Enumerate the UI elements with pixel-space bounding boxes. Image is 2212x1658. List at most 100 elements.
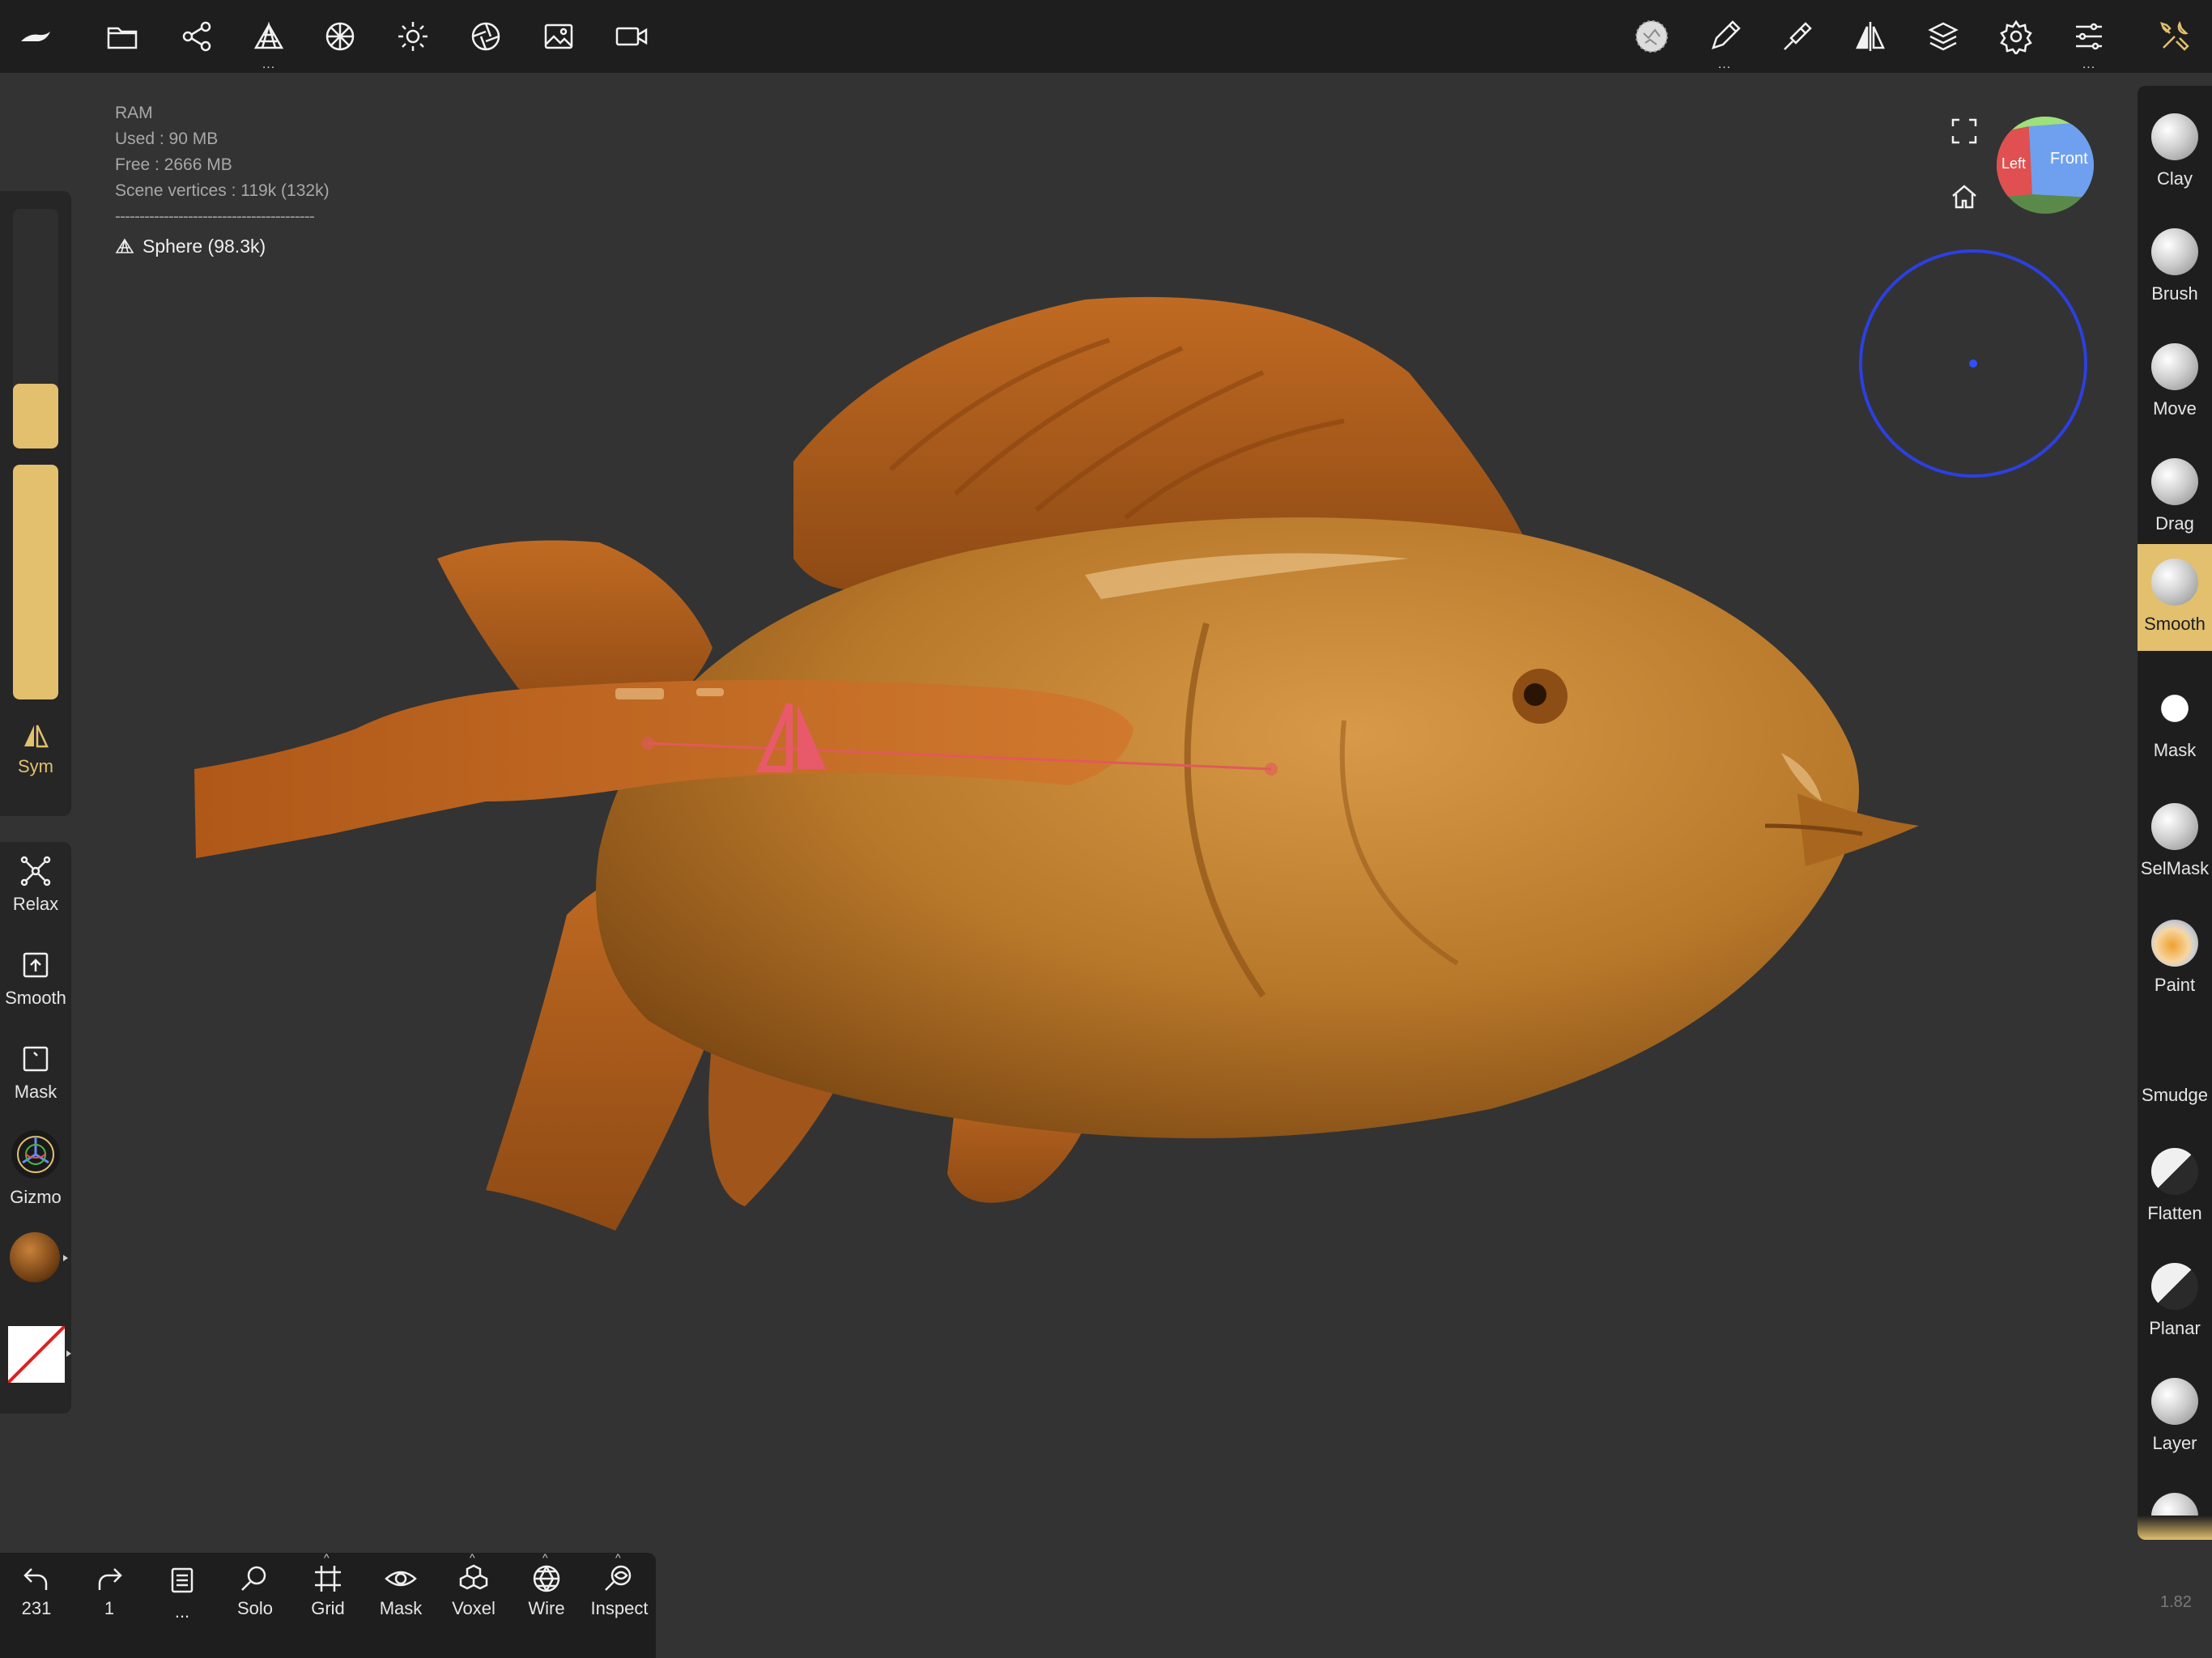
gizmo-icon xyxy=(11,1130,60,1179)
mask-tool-icon xyxy=(2151,685,2198,732)
smudge-tool-icon xyxy=(2151,1030,2198,1077)
tool-label: Mask xyxy=(2153,740,2197,760)
wireframe-button[interactable]: Wire xyxy=(510,1562,583,1619)
interface-sliders-icon[interactable]: ... xyxy=(2066,14,2112,71)
undo-button[interactable]: 231 xyxy=(0,1562,73,1619)
smooth-button[interactable]: Smooth xyxy=(0,949,71,1009)
background-image-icon[interactable] xyxy=(536,14,581,59)
info-separator: ----------------------------------------… xyxy=(115,207,315,226)
fullscreen-icon[interactable] xyxy=(1951,118,1977,144)
tool-layer[interactable]: Layer xyxy=(2138,1363,2212,1469)
scene-vertices: Scene vertices : 119k (132k) xyxy=(115,181,330,200)
tool-label: Flatten xyxy=(2147,1203,2202,1223)
inspect-icon xyxy=(605,1565,632,1591)
mask-visibility-label: Mask xyxy=(379,1598,423,1618)
tool-clay[interactable]: Clay xyxy=(2138,99,2212,204)
tool-move[interactable]: Move xyxy=(2138,329,2212,434)
tool-label: Brush xyxy=(2151,283,2198,304)
fish-body xyxy=(596,517,1859,1138)
camera-icon[interactable] xyxy=(609,14,654,59)
undo-icon xyxy=(23,1568,48,1590)
material-preview-ball[interactable] xyxy=(10,1232,60,1282)
fish-3d-model[interactable] xyxy=(194,267,1919,1239)
sym-label: Sym xyxy=(18,756,53,776)
ram-free: Free : 2666 MB xyxy=(115,155,232,174)
topology-icon[interactable]: ... xyxy=(246,14,291,71)
color-expand-icon[interactable] xyxy=(65,1349,73,1358)
brush-tool-icon xyxy=(2151,228,2198,275)
tool-brush[interactable]: Brush xyxy=(2138,214,2212,319)
nomad-logo-icon[interactable] xyxy=(13,14,58,59)
wireframe-label: Wire xyxy=(528,1598,565,1618)
smooth-tool-icon xyxy=(2151,559,2198,606)
inspect-label: Inspect xyxy=(590,1598,649,1618)
symmetry-icon[interactable] xyxy=(1848,14,1893,59)
sym-toggle[interactable]: Sym xyxy=(0,722,71,777)
tool-drag[interactable]: Drag xyxy=(2138,444,2212,549)
mask-button[interactable]: Mask xyxy=(0,1043,71,1103)
tool-label: Smudge xyxy=(2142,1085,2208,1105)
smooth-label: Smooth xyxy=(5,988,66,1008)
material-icon[interactable] xyxy=(317,14,363,59)
lighting-icon[interactable] xyxy=(390,14,436,59)
symmetry-toggle-icon xyxy=(24,725,49,748)
files-icon[interactable] xyxy=(100,14,145,59)
intensity-slider-fill xyxy=(13,465,58,699)
tool-paint[interactable]: Paint xyxy=(2138,905,2212,1010)
radius-slider[interactable] xyxy=(13,209,58,449)
tool-label: SelMask xyxy=(2140,858,2210,878)
bottom-toolbar: 231 1 ... Solo Grid Mask Voxel Wire Insp… xyxy=(0,1551,656,1658)
scene-icon[interactable] xyxy=(173,14,219,59)
mesh-info[interactable]: Sphere (98.3k) xyxy=(115,233,358,259)
paint-tool-icon xyxy=(2151,920,2198,967)
painting-brush-icon[interactable] xyxy=(1775,14,1820,59)
navcube-left-label: Left xyxy=(2001,155,2026,172)
voxel-button[interactable]: Voxel xyxy=(437,1562,510,1619)
brush-cursor-center xyxy=(1969,359,1977,368)
mask-visibility-button[interactable]: Mask xyxy=(364,1562,437,1619)
grid-button[interactable]: Grid xyxy=(291,1562,364,1619)
intensity-slider[interactable] xyxy=(13,465,58,699)
solo-button[interactable]: Solo xyxy=(219,1562,291,1619)
sculpt-tools-sidebar: Clay Brush Move Drag Smooth Mask SelMask Paint S… xyxy=(2138,86,2212,1540)
tool-label: Smooth xyxy=(2144,614,2206,634)
current-tool-smooth-icon[interactable] xyxy=(1629,14,1674,59)
tool-planar[interactable]: Planar xyxy=(2138,1248,2212,1354)
tool-mask[interactable]: Mask xyxy=(2138,670,2212,776)
inspect-button[interactable]: Inspect xyxy=(583,1562,656,1619)
scroll-indicator xyxy=(2138,1516,2212,1540)
grid-more-dots: ^ xyxy=(324,1551,330,1564)
relax-label: Relax xyxy=(12,894,59,914)
radius-slider-fill xyxy=(13,384,58,449)
ram-used: Used : 90 MB xyxy=(115,130,219,148)
tool-selmask[interactable]: SelMask xyxy=(2138,789,2212,894)
tools-wrench-icon[interactable] xyxy=(2152,14,2197,59)
stroke-pencil-icon[interactable]: ... xyxy=(1702,14,1747,71)
tool-smudge[interactable]: Smudge xyxy=(2138,1015,2212,1120)
history-more: ... xyxy=(174,1601,190,1622)
color-swatch-none[interactable] xyxy=(8,1326,65,1383)
move-tool-icon xyxy=(2151,343,2198,390)
tool-label: Move xyxy=(2153,398,2197,419)
grid-icon xyxy=(315,1566,341,1592)
layer-tool-icon xyxy=(2151,1378,2198,1425)
clay-tool-icon xyxy=(2151,113,2198,160)
settings-gear-icon[interactable] xyxy=(1993,14,2039,59)
tool-flatten[interactable]: Flatten xyxy=(2138,1133,2212,1239)
layers-icon[interactable] xyxy=(1921,14,1966,59)
home-view-icon[interactable] xyxy=(1950,183,1979,210)
mesh-topology-icon xyxy=(115,238,134,253)
navigation-cube[interactable]: Left Front xyxy=(1997,117,2094,214)
postprocess-icon[interactable] xyxy=(463,14,508,59)
tool-smooth[interactable]: Smooth xyxy=(2138,544,2212,651)
redo-button[interactable]: 1 xyxy=(73,1562,146,1619)
material-expand-icon[interactable] xyxy=(62,1253,70,1263)
gizmo-button[interactable]: Gizmo xyxy=(0,1129,71,1208)
history-button[interactable]: ... xyxy=(146,1562,219,1622)
left-tools-panel: Relax Smooth Mask Gizmo xyxy=(0,842,71,1414)
relax-button[interactable]: Relax xyxy=(0,855,71,915)
wire-more-dots: ^ xyxy=(542,1551,548,1564)
redo-count: 1 xyxy=(104,1598,115,1618)
history-list-icon xyxy=(171,1567,194,1593)
grid-label: Grid xyxy=(311,1598,345,1618)
